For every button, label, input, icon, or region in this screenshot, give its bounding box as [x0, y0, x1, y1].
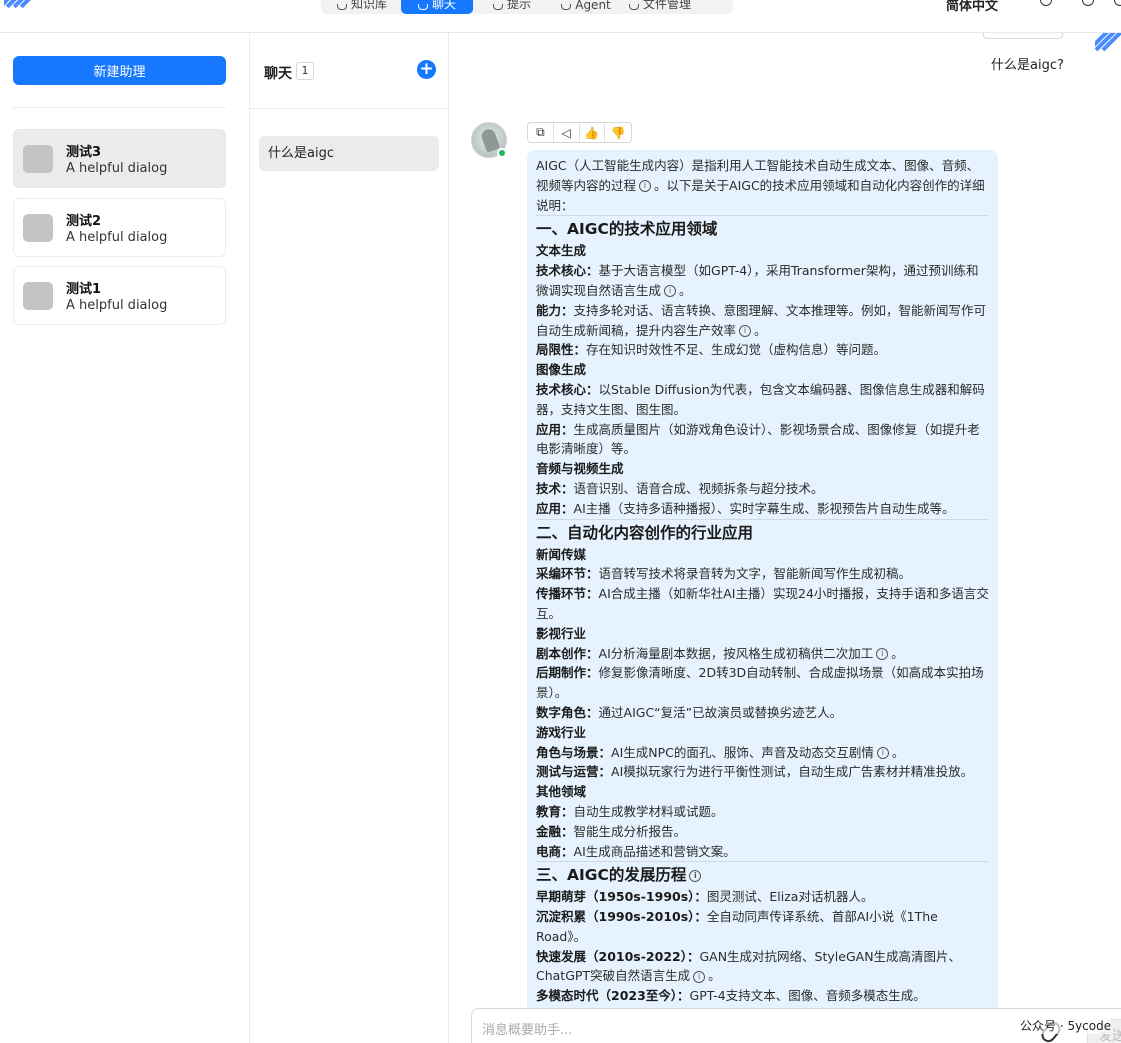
tab-label: 提示	[506, 0, 531, 11]
conversation-list-title: 聊天	[264, 66, 292, 82]
assistant-avatar	[23, 145, 53, 173]
tab-prompt-icon	[492, 4, 503, 10]
answer-line: 沉淀积累（1990s-2010s）：全自动同声传译系统、首部AI小说《1The …	[536, 909, 938, 944]
citation-icon[interactable]: i	[689, 869, 702, 882]
answer-line: 角色与场景：AI生成NPC的面孔、服饰、声音及动态交互剧情 i。	[536, 744, 905, 760]
assistant-description: A helpful dialog	[66, 161, 168, 176]
answer-line: 教育：自动生成教学材料或试题。	[536, 803, 724, 819]
divider	[13, 107, 226, 108]
conversation-list-panel: 聊天 1 + 什么是aigc	[250, 33, 449, 1043]
assistant-card-test2[interactable]: 测试2 A helpful dialog	[13, 198, 226, 257]
answer-line: 快速发展（2010s-2022）：GAN生成对抗网络、StyleGAN生成高清图…	[536, 948, 962, 984]
answer-intro: AIGC（人工智能生成内容）是指利用人工智能技术自动生成文本、图像、音频、视频等…	[536, 158, 985, 213]
subsection-heading: 图像生成	[536, 362, 587, 378]
subsection-heading: 新闻传媒	[536, 546, 587, 562]
answer-line: 应用：生成高质量图片（如游戏角色设计）、影视场景合成、图像修复（如提升老电影清晰…	[536, 421, 980, 457]
tab-knowledge-base[interactable]: 知识库	[327, 0, 397, 14]
assistant-card-test1[interactable]: 测试1 A helpful dialog	[13, 266, 226, 325]
assistant-name: 测试3	[66, 145, 102, 160]
section-heading: 二、自动化内容创作的行业应用	[536, 518, 989, 545]
subsection-heading: 其他领域	[536, 784, 587, 800]
conversation-count-badge: 1	[296, 62, 314, 80]
tab-file-management[interactable]: 文件管理	[625, 0, 695, 14]
tab-label: 知识库	[350, 0, 387, 11]
assistant-avatar	[23, 214, 53, 242]
subsection-heading: 影视行业	[536, 625, 587, 641]
message-input[interactable]	[482, 1019, 1002, 1041]
tab-agent[interactable]: Agent	[551, 0, 621, 14]
user-message-actions[interactable]	[983, 33, 1063, 39]
chat-area: 什么是aigc? ⧉ ◁ 👍 👎 AIGC（人工智能生成内容）是指利用人工智能技…	[449, 33, 1121, 1043]
assistant-sidebar: 新建助理 测试3 A helpful dialog 测试2 A helpful …	[0, 33, 250, 1043]
section-heading: 三、AIGC的发展历程 i	[536, 861, 989, 887]
assistant-description: A helpful dialog	[66, 298, 168, 313]
answer-line: 剧本创作：AI分析海量剧本数据，按风格生成初稿供二次加工 i。	[536, 645, 904, 661]
answer-line: 技术核心：基于大语言模型（如GPT-4），采用Transformer架构，通过预…	[536, 263, 979, 298]
language-selector[interactable]: 简体中文	[946, 0, 998, 14]
answer-line: 能力：支持多轮对话、语言转换、意图理解、文本推理等。例如，智能新闻写作可自动生成…	[536, 302, 987, 338]
citation-icon[interactable]: i	[739, 325, 752, 338]
citation-icon[interactable]: i	[639, 180, 652, 193]
tab-label: Agent	[575, 0, 611, 12]
tab-prompt[interactable]: 提示	[477, 0, 547, 14]
tab-knowledge-base-icon	[336, 4, 347, 10]
assistant-avatar	[23, 282, 53, 310]
new-assistant-button[interactable]: 新建助理	[13, 56, 226, 85]
app-logo-icon[interactable]	[4, 0, 34, 8]
user-message: 什么是aigc?	[991, 58, 1064, 73]
subsection-heading: 游戏行业	[536, 724, 587, 740]
tab-label: 聊天	[431, 0, 456, 11]
answer-line: 后期制作：修复影像清晰度、2D转3D自动转制、合成虚拟场景（如高成本实拍场景）。	[536, 665, 984, 701]
assistant-name: 测试1	[66, 282, 102, 297]
answer-line: 金融：智能生成分析报告。	[536, 823, 687, 839]
add-conversation-icon[interactable]: +	[417, 60, 436, 79]
assistant-message: AIGC（人工智能生成内容）是指利用人工智能技术自动生成文本、图像、音频、视频等…	[527, 150, 998, 1043]
tab-agent-icon	[561, 4, 572, 10]
user-avatar-icon	[1095, 33, 1121, 53]
answer-line: 测试与运营：AI模拟玩家行为进行平衡性测试，自动生成广告素材并精准投放。	[536, 764, 974, 780]
tab-chat[interactable]: 聊天	[401, 0, 473, 14]
tab-label: 文件管理	[642, 0, 691, 11]
answer-line: 电商：AI生成商品描述和营销文案。	[536, 843, 736, 859]
watermark-text: 公众号 · 5ycode	[1020, 1017, 1112, 1034]
answer-line: 应用：AI主播（支持多语种播报）、实时字幕生成、影视预告片自动生成等。	[536, 500, 955, 516]
conversation-list-header: 聊天 1 +	[250, 33, 449, 109]
citation-icon[interactable]: i	[664, 285, 677, 298]
answer-line: 局限性：存在知识时效性不足、生成幻觉（虚构信息）等问题。	[536, 342, 887, 358]
assistant-card-test3[interactable]: 测试3 A helpful dialog	[13, 129, 226, 188]
citation-icon[interactable]: i	[693, 970, 706, 983]
answer-line: 数字角色：通过AIGC“复活”已故演员或替换劣迹艺人。	[536, 704, 843, 720]
answer-line: 采编环节：语音转写技术将录音转为文字，智能新闻写作生成初稿。	[536, 566, 912, 582]
subsection-heading: 文本生成	[536, 243, 587, 259]
assistant-name: 测试2	[66, 214, 102, 229]
settings-icon[interactable]	[1114, 0, 1121, 6]
conversation-item[interactable]: 什么是aigc	[259, 136, 439, 171]
thumbs-down-icon[interactable]: 👎	[605, 123, 631, 142]
theme-toggle-icon[interactable]	[1082, 0, 1094, 6]
speaker-icon[interactable]: ◁	[554, 123, 580, 142]
main-nav-tabs: 知识库 聊天 提示 Agent 文件管理	[321, 0, 733, 14]
answer-line: 多模态时代（2023至今）：GPT-4支持文本、图像、音频多模态生成。	[536, 988, 926, 1004]
subsection-heading: 音频与视频生成	[536, 461, 624, 477]
answer-line: 早期萌芽（1950s-1990s）：图灵测试、Eliza对话机器人。	[536, 889, 874, 905]
citation-icon[interactable]: i	[876, 747, 889, 760]
answer-line: 技术核心：以Stable Diffusion为代表，包含文本编码器、图像信息生成…	[536, 381, 985, 417]
tab-chat-icon	[417, 4, 428, 10]
assistant-description: A helpful dialog	[66, 230, 168, 245]
top-bar: 知识库 聊天 提示 Agent 文件管理 简体中文	[0, 0, 1121, 33]
answer-line: 传播环节：AI合成主播（如新华社AI主播）实现24小时播报，支持手语和多语言交互…	[536, 586, 989, 621]
tab-file-icon	[628, 4, 639, 10]
citation-icon[interactable]: i	[876, 648, 889, 661]
github-icon[interactable]	[1040, 0, 1052, 6]
message-toolbar: ⧉ ◁ 👍 👎	[527, 122, 632, 143]
online-status-dot	[497, 148, 507, 158]
copy-icon[interactable]: ⧉	[528, 123, 554, 142]
section-heading: 一、AIGC的技术应用领域	[536, 215, 989, 241]
thumbs-up-icon[interactable]: 👍	[580, 123, 606, 142]
answer-line: 技术：语音识别、语音合成、视频拆条与超分技术。	[536, 480, 824, 496]
